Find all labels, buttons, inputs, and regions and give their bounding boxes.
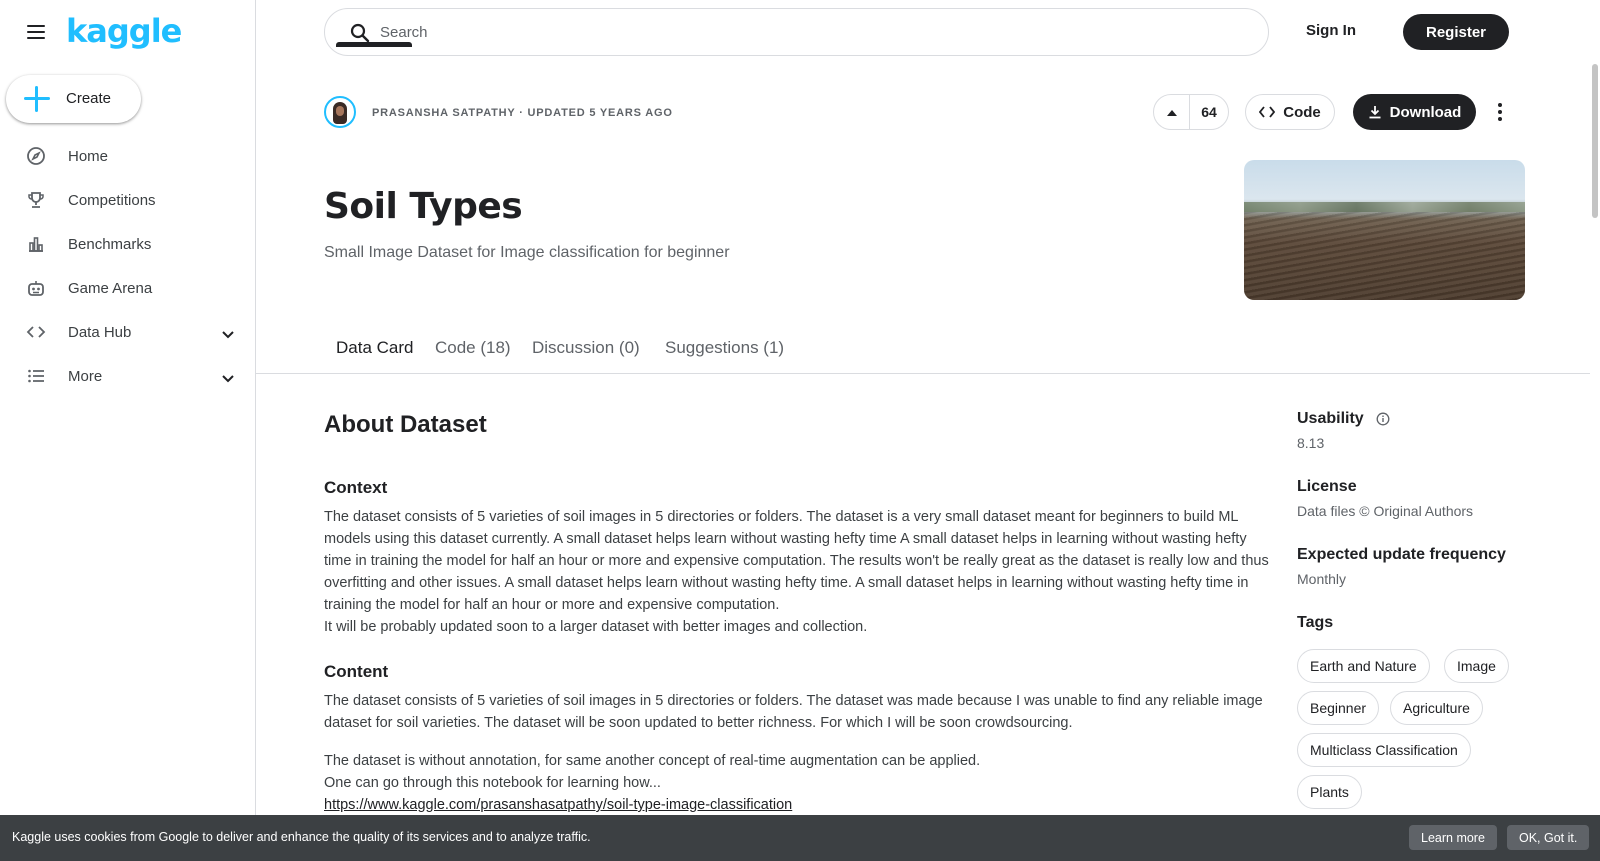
active-tab-indicator (336, 42, 412, 47)
upvote-button[interactable] (1154, 95, 1190, 129)
caret-up-icon (1166, 109, 1177, 116)
license-label: License (1297, 478, 1357, 495)
cookie-message: Kaggle uses cookies from Google to deliv… (12, 830, 591, 844)
sidebar-item-home[interactable]: Home (0, 134, 256, 178)
dataset-cover-image (1244, 160, 1525, 300)
tag-chip[interactable]: Plants (1297, 775, 1362, 809)
download-button-label: Download (1389, 103, 1462, 121)
tab-suggestions[interactable]: Suggestions (1) (665, 338, 784, 358)
content-heading: Content (324, 662, 389, 681)
notebook-link[interactable]: https://www.kaggle.com/prasanshasatpathy… (324, 797, 792, 813)
ok-got-it-button[interactable]: OK, Got it. (1507, 825, 1590, 850)
tag-chip[interactable]: Image (1444, 649, 1509, 683)
learn-more-button[interactable]: Learn more (1409, 825, 1497, 850)
sidebar-item-data-hub[interactable]: Data Hub (0, 310, 256, 354)
search-icon (349, 22, 371, 44)
content-paragraph: The dataset consists of 5 varieties of s… (324, 693, 1263, 731)
sidebar-item-label: Competitions (68, 191, 156, 209)
info-icon[interactable] (1376, 412, 1390, 426)
about-dataset-heading: About Dataset (324, 411, 487, 438)
tag-chip[interactable]: Earth and Nature (1297, 649, 1430, 683)
scrollbar-thumb[interactable] (1592, 64, 1598, 218)
tag-chip[interactable]: Multiclass Classification (1297, 733, 1471, 767)
chevron-down-icon[interactable] (222, 326, 234, 339)
more-options-icon[interactable] (1488, 97, 1512, 127)
create-button[interactable]: Create (6, 75, 141, 123)
sidebar-item-label: Data Hub (68, 323, 132, 341)
vote-count: 64 (1201, 104, 1217, 120)
search-input[interactable]: Search (324, 8, 1269, 56)
context-paragraph: The dataset consists of 5 varieties of s… (324, 509, 1269, 613)
kaggle-logo[interactable]: kaggle (66, 12, 182, 50)
sidebar-item-benchmarks[interactable]: Benchmarks (0, 222, 256, 266)
tag-chip[interactable]: Beginner (1297, 691, 1380, 725)
tab-data-card[interactable]: Data Card (336, 338, 413, 358)
sign-in-button[interactable]: Sign In (1306, 22, 1356, 39)
update-frequency-label: Expected update frequency (1297, 546, 1506, 563)
bar-chart-icon (25, 233, 47, 255)
context-heading: Context (324, 478, 388, 497)
notebook-link-row: https://www.kaggle.com/prasanshasatpathy… (324, 794, 1274, 816)
usability-value: 8.13 (1297, 435, 1325, 451)
download-button[interactable]: Download (1353, 94, 1476, 130)
trophy-icon (25, 189, 47, 211)
content-annotation-note: The dataset is without annotation, for s… (324, 753, 981, 769)
author-line[interactable]: PRASANSHA SATPATHY · UPDATED 5 YEARS AGO (372, 107, 673, 119)
plus-icon (24, 86, 50, 112)
code-button-label: Code (1283, 103, 1321, 121)
robot-icon (25, 277, 47, 299)
avatar[interactable] (324, 96, 356, 128)
license-value[interactable]: Data files © Original Authors (1297, 503, 1473, 519)
cookie-banner: Kaggle uses cookies from Google to deliv… (0, 815, 1600, 861)
content-notebook-note: One can go through this notebook for lea… (324, 775, 661, 791)
hamburger-menu-icon[interactable] (24, 20, 48, 44)
code-button[interactable]: Code (1245, 94, 1335, 130)
sidebar: kaggle Create Home Competitions Benchmar… (0, 0, 256, 861)
sidebar-item-label: More (68, 367, 103, 385)
create-button-label: Create (66, 90, 112, 107)
sidebar-item-game-arena[interactable]: Game Arena (0, 266, 256, 310)
tab-code[interactable]: Code (18) (435, 338, 511, 358)
context-note: It will be probably updated soon to a la… (324, 619, 868, 635)
tag-chip[interactable]: Agriculture (1390, 691, 1483, 725)
sidebar-item-label: Game Arena (68, 279, 153, 297)
page-subtitle: Small Image Dataset for Image classifica… (324, 244, 730, 261)
compass-icon (25, 145, 47, 167)
cover-soil-field (1244, 212, 1525, 300)
chevron-down-icon[interactable] (222, 370, 234, 383)
cover-treeline (1244, 202, 1525, 212)
register-button[interactable]: Register (1403, 14, 1509, 50)
update-frequency-value: Monthly (1297, 571, 1347, 587)
list-icon (25, 365, 47, 387)
avatar-face (336, 106, 344, 116)
page-title: Soil Types (324, 186, 523, 227)
tab-bar: Data Card Code (18) Discussion (0) Sugge… (256, 326, 1590, 374)
code-icon (1259, 106, 1276, 118)
download-icon (1369, 106, 1381, 119)
sidebar-item-label: Benchmarks (68, 235, 152, 253)
search-placeholder: Search (380, 24, 428, 41)
sidebar-item-label: Home (68, 147, 109, 165)
sidebar-item-more[interactable]: More (0, 354, 256, 398)
sidebar-item-competitions[interactable]: Competitions (0, 178, 256, 222)
code-icon (25, 321, 47, 343)
usability-label: Usability (1297, 410, 1364, 427)
tab-discussion[interactable]: Discussion (0) (532, 338, 640, 358)
tags-label: Tags (1297, 614, 1334, 631)
vote-widget: 64 (1153, 94, 1229, 130)
